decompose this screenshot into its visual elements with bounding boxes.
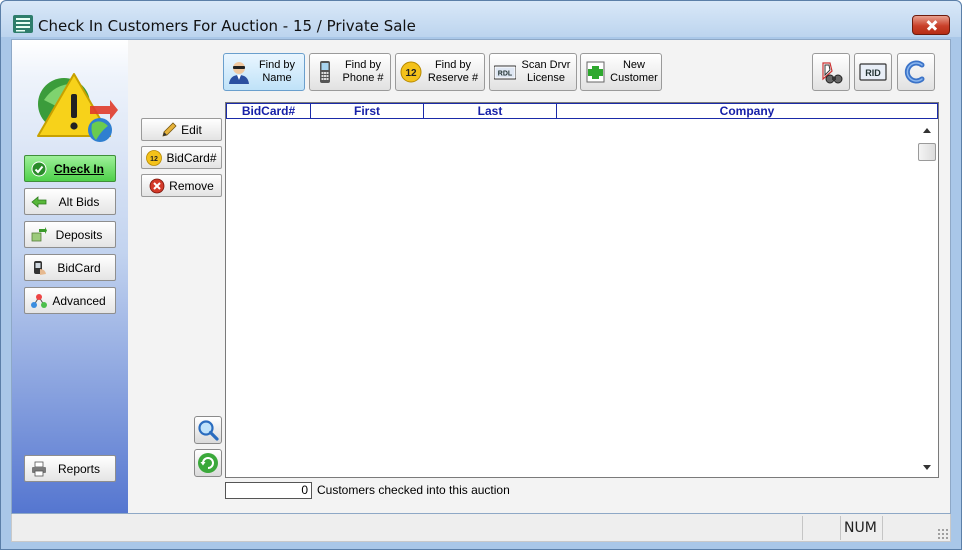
scroll-down-icon[interactable] [923, 465, 931, 470]
status-bar: NUM [11, 514, 951, 542]
find-by-name-label: Find by Name [258, 59, 296, 84]
printer-icon [32, 461, 46, 476]
new-customer-button[interactable]: New Customer [580, 53, 662, 91]
column-header-first[interactable]: First [311, 104, 424, 118]
status-divider [802, 516, 803, 540]
sidebar-item-check-in[interactable]: Check In [24, 155, 116, 182]
edit-button[interactable]: Edit [141, 118, 222, 141]
svg-text:RDL: RDL [498, 71, 513, 78]
bidcard-button[interactable]: 12 BidCard# [141, 146, 222, 169]
find-by-phone-label: Find by Phone # [342, 59, 384, 84]
window-title: Check In Customers For Auction - 15 / Pr… [38, 17, 416, 35]
remove-button[interactable]: Remove [141, 174, 222, 197]
column-header-last[interactable]: Last [424, 104, 557, 118]
pencil-icon [162, 121, 177, 137]
sidebar-item-label: BidCard [57, 260, 101, 275]
svg-text:RID: RID [865, 68, 881, 78]
sidebar-item-deposits[interactable]: Deposits [24, 221, 116, 248]
svg-text:12: 12 [405, 68, 417, 79]
sidebar-item-label: Alt Bids [58, 194, 100, 209]
num-lock-indicator: NUM [844, 520, 877, 536]
license-card-icon: RDL [494, 65, 516, 80]
status-divider [840, 516, 841, 540]
find-by-reserve-label: Find by Reserve # [427, 59, 479, 84]
arrow-left-icon [31, 195, 47, 208]
sidebar-item-bidcard[interactable]: BidCard [24, 254, 116, 281]
sidebar-item-label: Deposits [55, 227, 103, 242]
zoom-button[interactable] [194, 416, 222, 444]
remove-x-icon [149, 178, 165, 193]
app-list-icon [13, 15, 33, 33]
reports-button[interactable]: Reports [24, 455, 116, 482]
new-customer-label: New Customer [610, 59, 658, 84]
title-bar[interactable]: Check In Customers For Auction - 15 / Pr… [1, 1, 961, 37]
id-card-icon: RID [859, 63, 887, 81]
c-button[interactable] [897, 53, 935, 91]
column-header-bidcard[interactable]: BidCard# [227, 104, 311, 118]
column-header-company[interactable]: Company [557, 104, 937, 118]
sidebar-item-alt-bids[interactable]: Alt Bids [24, 188, 116, 215]
network-icon [31, 293, 47, 308]
client-area: Check In Alt Bids Deposits BidCard Advan… [11, 39, 951, 514]
refresh-icon [198, 453, 218, 473]
main-panel: Find by Name Find by Phone # 12 Find by … [128, 40, 950, 513]
edit-label: Edit [181, 122, 202, 137]
person-icon [229, 62, 249, 84]
check-circle-icon [31, 161, 47, 176]
status-divider [882, 516, 883, 540]
find-by-name-button[interactable]: Find by Name [223, 53, 305, 91]
sidebar-item-advanced[interactable]: Advanced [24, 287, 116, 314]
scan-license-label: Scan Drvr License [521, 59, 571, 84]
scan-license-button[interactable]: RDL Scan Drvr License [489, 53, 577, 91]
scroll-up-icon[interactable] [923, 128, 931, 133]
search-people-button[interactable] [812, 53, 850, 91]
resize-grip-icon[interactable] [937, 528, 949, 540]
find-by-phone-button[interactable]: Find by Phone # [309, 53, 391, 91]
scroll-thumb[interactable] [918, 143, 936, 161]
checked-in-count: 0 [225, 482, 312, 499]
bidcard-label: BidCard# [166, 150, 217, 165]
reports-label: Reports [57, 461, 101, 476]
vertical-scrollbar[interactable] [916, 121, 938, 477]
phone-hand-icon [34, 260, 46, 275]
money-arrow-icon [31, 226, 47, 241]
svg-text:12: 12 [151, 156, 159, 163]
remove-label: Remove [169, 178, 214, 193]
reserve-badge-icon: 12 [400, 61, 422, 83]
bidcard-badge-icon: 12 [146, 149, 163, 166]
app-window: Check In Customers For Auction - 15 / Pr… [0, 0, 962, 550]
refresh-button[interactable] [194, 449, 222, 477]
find-by-reserve-button[interactable]: 12 Find by Reserve # [395, 53, 485, 91]
warning-globe-logo-icon [37, 73, 118, 142]
phone-icon [320, 61, 330, 83]
id-button[interactable]: RID [854, 53, 892, 91]
binoculars-icon [822, 62, 843, 84]
magnifier-icon [198, 420, 219, 441]
sidebar-item-label: Check In [53, 161, 104, 176]
customer-grid[interactable]: BidCard# First Last Company [225, 102, 939, 478]
checked-in-label: Customers checked into this auction [317, 483, 510, 497]
sidebar-item-label: Advanced [52, 293, 106, 308]
add-document-icon [586, 61, 605, 83]
close-button[interactable] [912, 15, 950, 35]
grid-header: BidCard# First Last Company [226, 103, 938, 119]
sidebar: Check In Alt Bids Deposits BidCard Advan… [12, 40, 128, 513]
c-logo-icon [904, 60, 925, 84]
